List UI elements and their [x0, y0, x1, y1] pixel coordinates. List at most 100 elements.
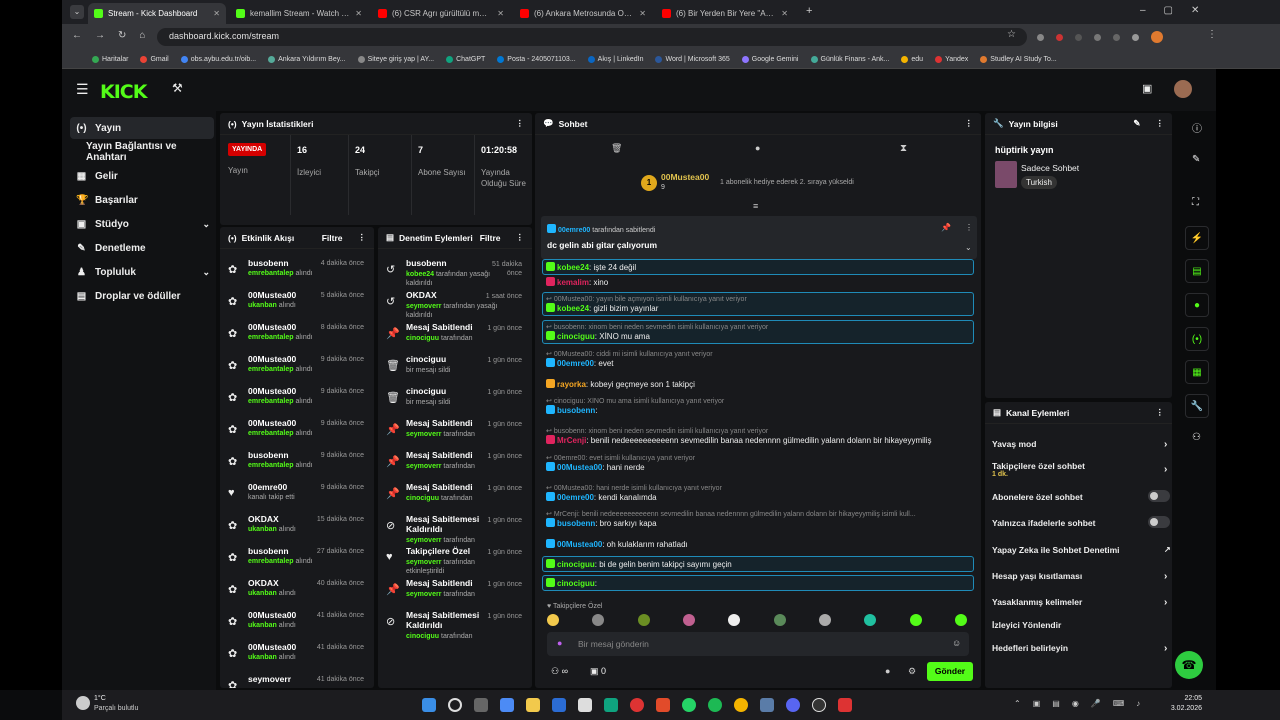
channel-action-item[interactable]: Yavaş mod ›: [992, 439, 1172, 450]
chat-reply-context[interactable]: ↩ cinociguu: XİNO mu ama isimli kullanıc…: [546, 397, 971, 405]
moderation-by[interactable]: kobee24: [406, 271, 434, 278]
chat-message[interactable]: ↩ cinociguu: XİNO mu ama isimli kullanıc…: [546, 397, 971, 415]
moderation-row[interactable]: 📌 Mesaj Sabitlendi cinociguu tarafından 1 g…: [386, 321, 526, 351]
rail-bolt-icon[interactable]: ⚡: [1185, 226, 1209, 250]
moderation-by[interactable]: cinociguu: [406, 633, 439, 640]
activity-row[interactable]: ✿ 00Mustea00 emrebantalep alındı 9 dakika ö…: [228, 385, 368, 415]
chat-username[interactable]: MrCenji: [557, 436, 586, 445]
activity-name[interactable]: busobenn: [248, 450, 289, 460]
chevron-right-icon[interactable]: ›: [1164, 464, 1167, 475]
chat-username[interactable]: cinociguu: [557, 579, 595, 588]
kick-logo[interactable]: KICK: [100, 81, 147, 103]
moderation-by[interactable]: seymoverr: [406, 463, 441, 470]
new-tab-button[interactable]: +: [806, 5, 812, 17]
chat-message[interactable]: rayorka: kobeyi geçmeye son 1 takipçi: [546, 379, 971, 389]
trash-icon[interactable]: 🗑: [611, 143, 622, 154]
chat-username[interactable]: 00Mustea00: [557, 463, 602, 472]
emote-icon[interactable]: [682, 614, 695, 626]
activity-row[interactable]: ✿ 00Mustea00 ukanban alındı 41 dakika önce: [228, 609, 368, 639]
activity-row[interactable]: ✿ 00Mustea00 emrebantalep alındı 8 dakika ö…: [228, 321, 368, 351]
language-tag[interactable]: Turkish: [1021, 176, 1057, 189]
rail-chat-icon[interactable]: ●: [1185, 293, 1209, 317]
activity-by[interactable]: emrebantalep: [248, 558, 294, 565]
chat-message[interactable]: ↩ busobenn: xinom beni neden sevmedin is…: [542, 320, 974, 344]
chrome-icon[interactable]: [734, 698, 748, 712]
activity-name[interactable]: OKDAX: [248, 514, 279, 524]
browser-tab[interactable]: Stream - Kick Dashboard ✕: [88, 3, 226, 24]
moderation-row[interactable]: 🗑 cinociguu bir mesajı sildi 1 gün önce: [386, 385, 526, 415]
tab-close-icon[interactable]: ✕: [633, 9, 646, 18]
chat-username[interactable]: kobee24: [557, 263, 589, 272]
chat-message[interactable]: 00Mustea00: oh kulaklarım rahatladı: [546, 539, 971, 549]
nav-buttons[interactable]: ←→↻⌂: [72, 30, 158, 41]
toggle-switch[interactable]: [1148, 490, 1170, 502]
chat-username[interactable]: 00Mustea00: [557, 540, 602, 549]
chevron-right-icon[interactable]: ›: [1164, 571, 1167, 582]
task-view-icon[interactable]: [474, 698, 488, 712]
toggle-switch[interactable]: [1148, 516, 1170, 528]
stats-more-icon[interactable]: ⋮: [516, 118, 525, 129]
activity-by[interactable]: ukanban: [248, 302, 277, 309]
sidebar-item[interactable]: ✎ Denetleme: [70, 237, 214, 259]
moderation-row[interactable]: ♥ Takipçilere Özel seymoverr tarafından et…: [386, 545, 526, 575]
chat-username[interactable]: rayorka: [557, 380, 586, 389]
chat-username[interactable]: kemalim: [557, 278, 589, 287]
sidebar-item[interactable]: ▦ Gelir: [70, 165, 214, 187]
channel-action-item[interactable]: Takipçilere özel sohbet 1 dk. ›: [992, 461, 1172, 478]
tab-close-icon[interactable]: ✕: [349, 9, 362, 18]
sidebar-item[interactable]: ▣ Stüdyo ⌄: [70, 213, 214, 235]
activity-by[interactable]: emrebantalep: [248, 430, 294, 437]
spotify-icon[interactable]: [708, 698, 722, 712]
hammer-icon[interactable]: ⚒: [172, 81, 183, 95]
pinned-by[interactable]: 00emre00: [558, 227, 590, 234]
activity-name[interactable]: busobenn: [248, 258, 289, 268]
bookmark-item[interactable]: Yandex: [935, 55, 968, 63]
bookmark-item[interactable]: Haritalar: [92, 55, 128, 63]
stream-category[interactable]: Sadece Sohbet: [1021, 163, 1079, 173]
browser-tab[interactable]: kemallim Stream - Watch Live o✕: [230, 3, 368, 24]
activity-row[interactable]: ✿ busobenn emrebantalep alındı 4 dakika önc…: [228, 257, 368, 287]
user-avatar[interactable]: [1174, 80, 1192, 98]
chevron-down-icon[interactable]: ⌄: [202, 219, 210, 230]
activity-name[interactable]: 00Mustea00: [248, 290, 296, 300]
bookmark-item[interactable]: Akış | LinkedIn: [587, 55, 643, 63]
copilot-icon[interactable]: [500, 698, 514, 712]
moderation-by[interactable]: seymoverr: [406, 559, 441, 566]
chat-input[interactable]: ● Bir mesaj gönderin ☺: [547, 632, 969, 656]
activity-row[interactable]: ✿ 00Mustea00 ukanban alındı 41 dakika önce: [228, 641, 368, 671]
chat-message[interactable]: ↩ 00Mustea00: ciddi mi isimli kullanıcıy…: [546, 350, 971, 368]
bookmark-item[interactable]: Posta - 2405071103...: [497, 55, 576, 63]
activity-by[interactable]: emrebantalep: [248, 334, 294, 341]
activity-name[interactable]: 00Mustea00: [248, 354, 296, 364]
chat-message[interactable]: kemalim: xino: [546, 277, 971, 287]
rail-list-icon[interactable]: ▦: [1185, 360, 1209, 384]
bookmark-item[interactable]: Google Gemini: [741, 55, 799, 63]
activity-name[interactable]: OKDAX: [248, 578, 279, 588]
emote-icon[interactable]: [864, 614, 877, 626]
moderation-by[interactable]: cinociguu: [406, 335, 439, 342]
activity-name[interactable]: 00Mustea00: [248, 322, 296, 332]
moderation-by[interactable]: seymoverr: [406, 591, 441, 598]
bookmark-star-icon[interactable]: ☆: [1007, 29, 1016, 40]
moderation-row[interactable]: 📌 Mesaj Sabitlendi seymoverr tarafından 1 g…: [386, 417, 526, 447]
activity-name[interactable]: busobenn: [248, 546, 289, 556]
weather-icon[interactable]: [76, 696, 90, 710]
channel-action-item[interactable]: Yalnızca ifadelerle sohbet: [992, 518, 1172, 528]
extension-icons[interactable]: [1037, 29, 1207, 45]
external-link-icon[interactable]: ↗: [1164, 545, 1171, 554]
viewers-infinity[interactable]: ⚇ ∞: [551, 666, 568, 677]
emote-icon[interactable]: [728, 614, 741, 626]
moderation-row[interactable]: 📌 Mesaj Sabitlendi seymoverr tarafından 1 g…: [386, 449, 526, 479]
chevron-down-icon[interactable]: ⌄: [202, 267, 210, 278]
bookmark-item[interactable]: Ankara Yıldırım Bey...: [268, 55, 346, 63]
sidebar-item[interactable]: Yayın Bağlantısı ve Anahtarı: [70, 141, 214, 163]
brave-icon[interactable]: [656, 698, 670, 712]
mail-icon[interactable]: [578, 698, 592, 712]
moderation-row[interactable]: ⊘ Mesaj Sabitlemesi Kaldırıldı cinociguu t…: [386, 609, 526, 640]
chevron-right-icon[interactable]: ›: [1164, 439, 1167, 450]
activity-name[interactable]: 00Mustea00: [248, 610, 296, 620]
window-controls[interactable]: –▢✕: [1140, 5, 1217, 16]
tab-search-icon[interactable]: ⌄: [70, 5, 84, 19]
bookmark-item[interactable]: Word | Microsoft 365: [655, 55, 730, 63]
red-app-icon[interactable]: [838, 698, 852, 712]
